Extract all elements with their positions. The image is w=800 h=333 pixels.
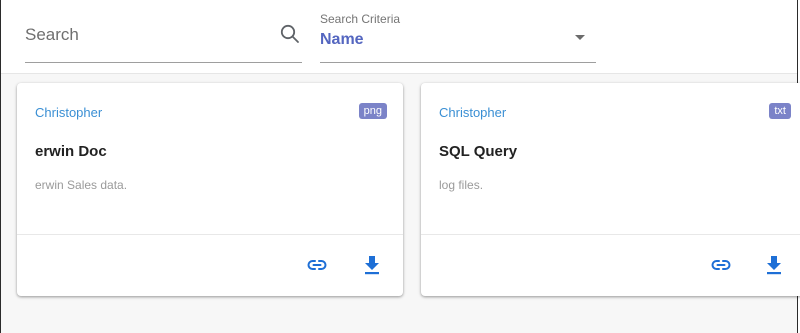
app-frame: Search Criteria Name Christopher png erw…: [0, 0, 800, 333]
card-title[interactable]: erwin Doc: [35, 143, 107, 160]
card-title[interactable]: SQL Query: [439, 143, 517, 160]
search-input[interactable]: [25, 20, 265, 50]
document-card[interactable]: Christopher txt SQL Query log files.: [421, 83, 800, 296]
card-author[interactable]: Christopher: [439, 105, 506, 120]
card-description: log files.: [439, 178, 484, 192]
search-field: [25, 12, 302, 63]
document-card[interactable]: Christopher png erwin Doc erwin Sales da…: [17, 83, 403, 296]
card-divider: [421, 234, 800, 235]
search-criteria-value[interactable]: Name: [320, 31, 364, 49]
search-toolbar: Search Criteria Name: [1, 0, 797, 74]
search-icon[interactable]: [278, 22, 302, 46]
file-type-badge: txt: [769, 103, 791, 119]
link-icon[interactable]: [709, 253, 733, 277]
document-card-grid: Christopher png erwin Doc erwin Sales da…: [1, 74, 800, 333]
download-icon[interactable]: [762, 253, 786, 277]
search-criteria-label: Search Criteria: [320, 12, 401, 26]
download-icon[interactable]: [360, 253, 384, 277]
card-author[interactable]: Christopher: [35, 105, 102, 120]
search-criteria-select[interactable]: Search Criteria Name: [320, 8, 596, 63]
link-icon[interactable]: [305, 253, 329, 277]
card-divider: [17, 234, 403, 235]
chevron-down-icon[interactable]: [572, 30, 588, 42]
file-type-badge: png: [358, 103, 387, 119]
card-description: erwin Sales data.: [35, 178, 128, 192]
